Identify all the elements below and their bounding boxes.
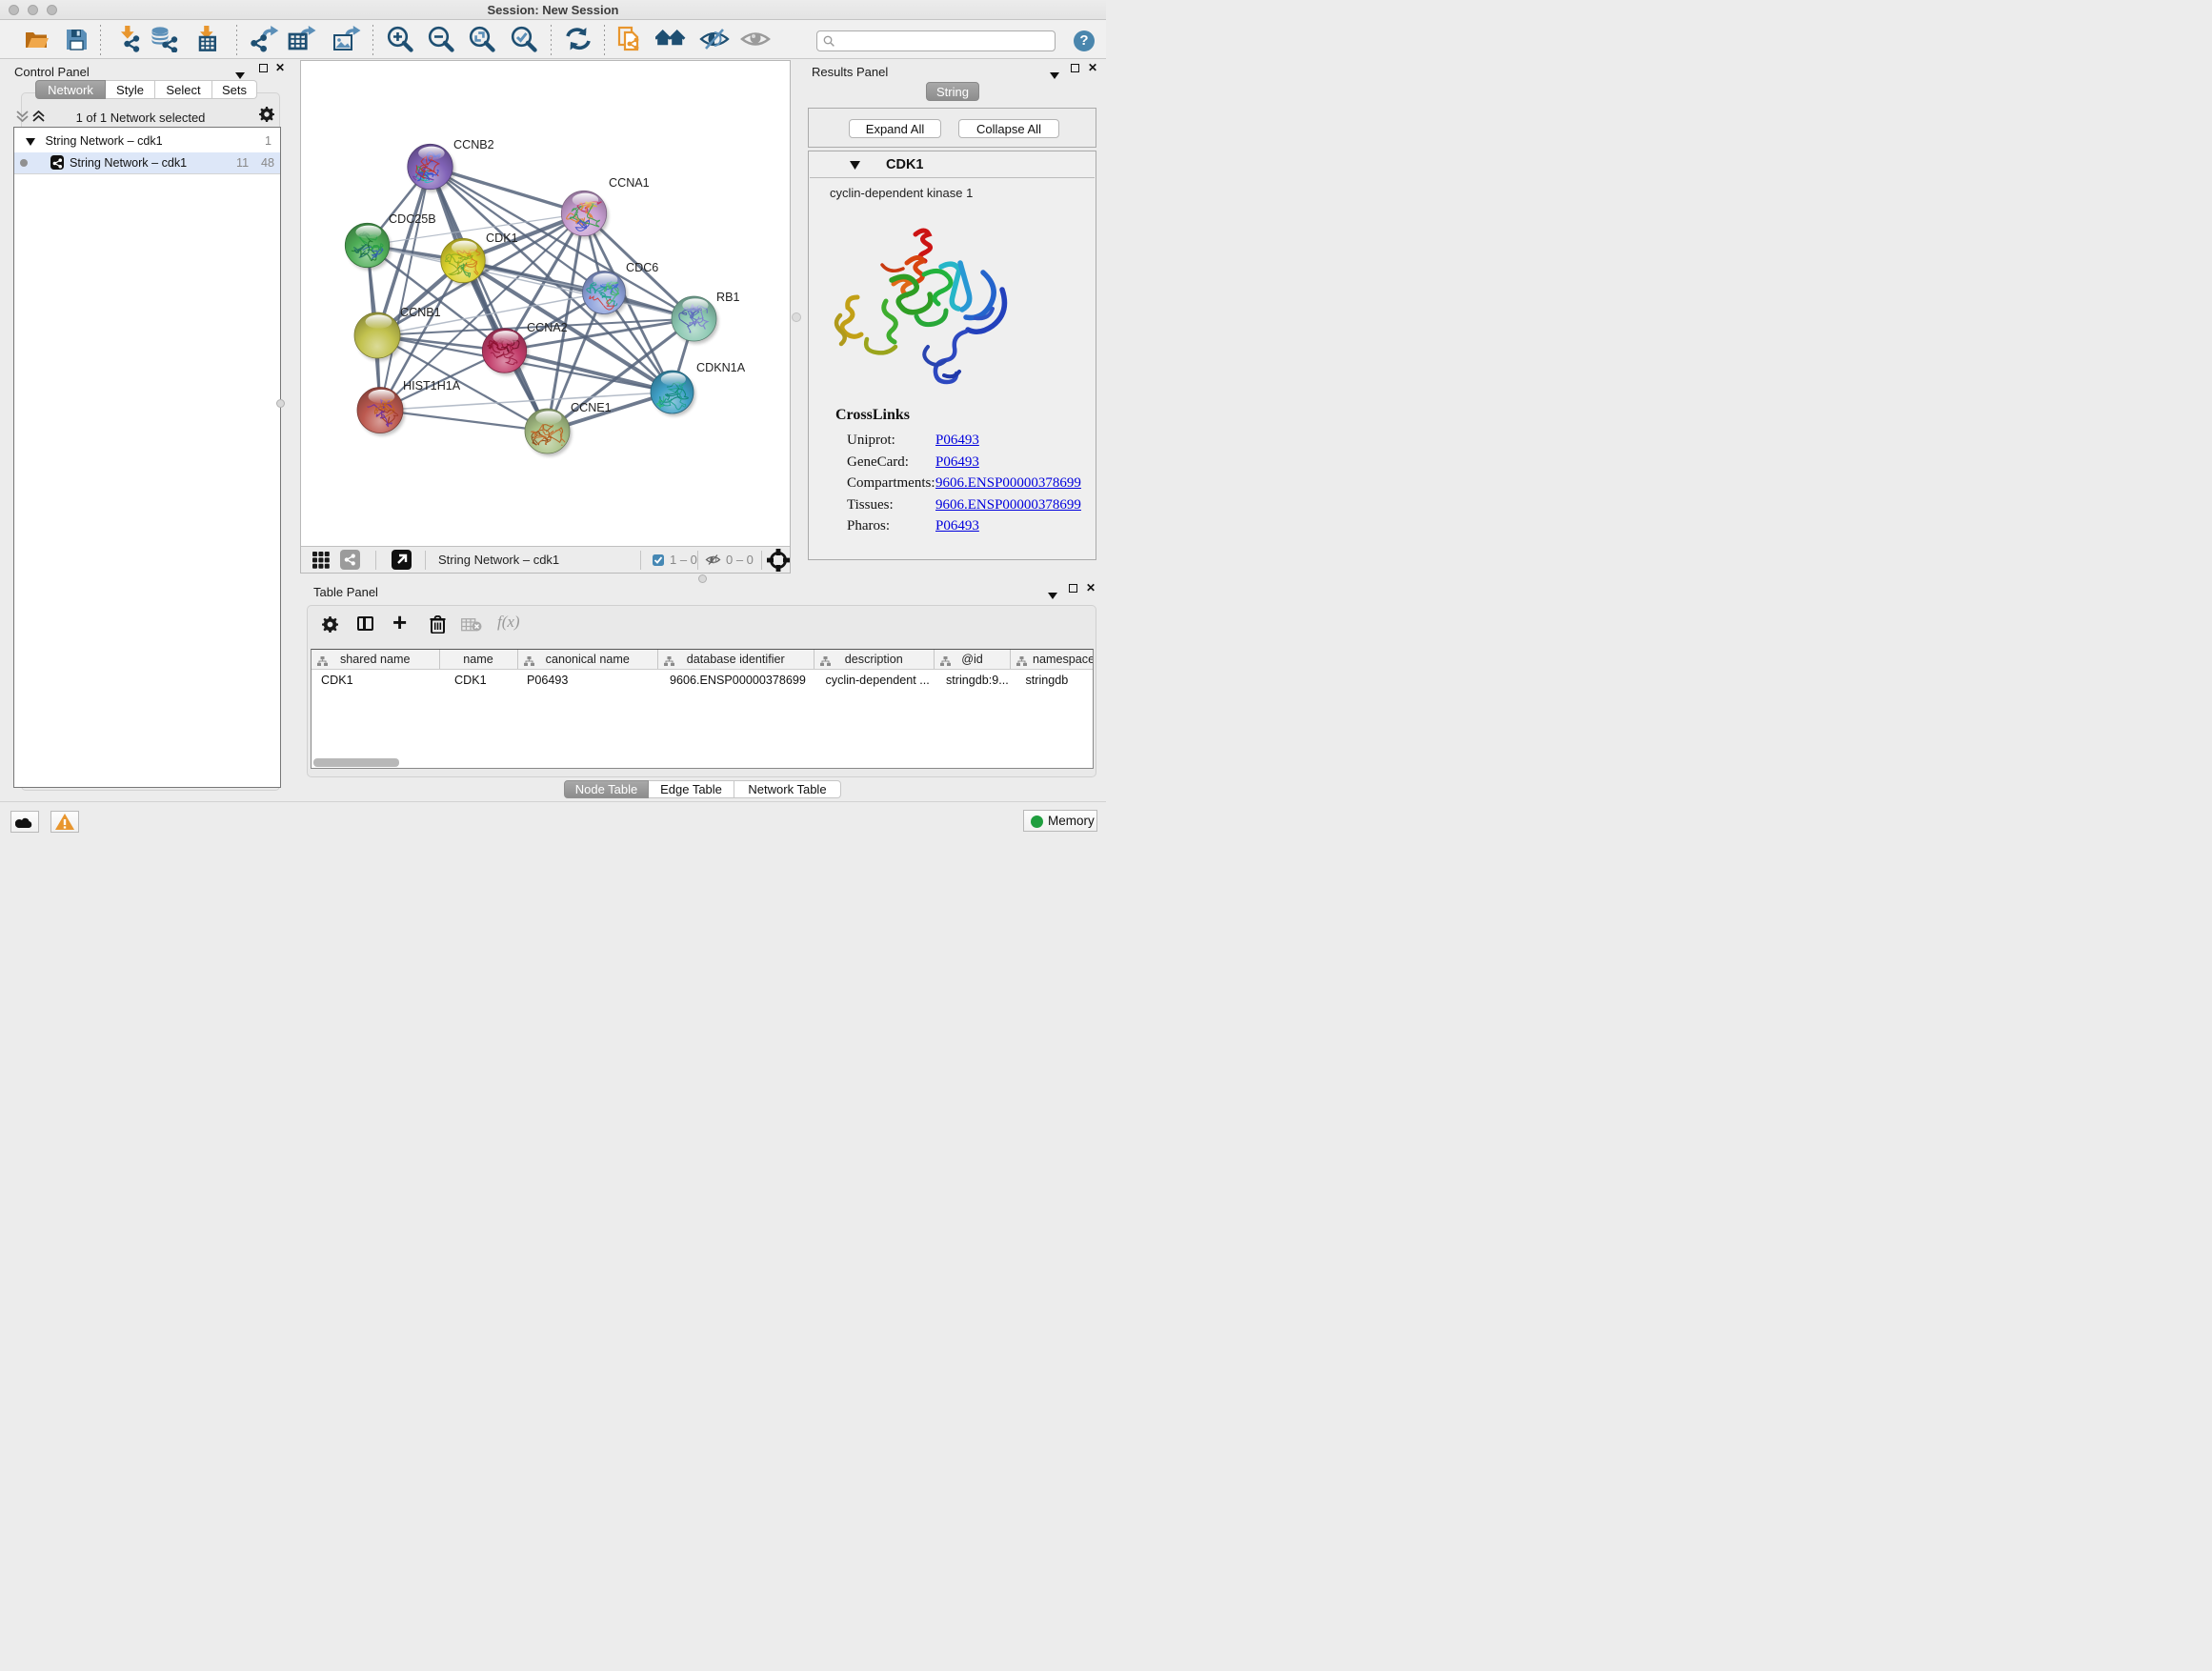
svg-text:CCNB1: CCNB1 bbox=[400, 306, 441, 319]
svg-text:HIST1H1A: HIST1H1A bbox=[403, 379, 461, 393]
svg-text:CDC6: CDC6 bbox=[626, 261, 658, 274]
svg-text:RB1: RB1 bbox=[716, 291, 740, 304]
svg-text:CDK1: CDK1 bbox=[486, 232, 518, 245]
svg-text:CDKN1A: CDKN1A bbox=[696, 361, 746, 374]
svg-text:CCNB2: CCNB2 bbox=[453, 138, 494, 151]
svg-text:CCNA1: CCNA1 bbox=[609, 176, 650, 190]
svg-text:CCNA2: CCNA2 bbox=[527, 321, 568, 334]
svg-text:CDC25B: CDC25B bbox=[389, 212, 436, 226]
svg-text:CCNE1: CCNE1 bbox=[571, 401, 612, 414]
